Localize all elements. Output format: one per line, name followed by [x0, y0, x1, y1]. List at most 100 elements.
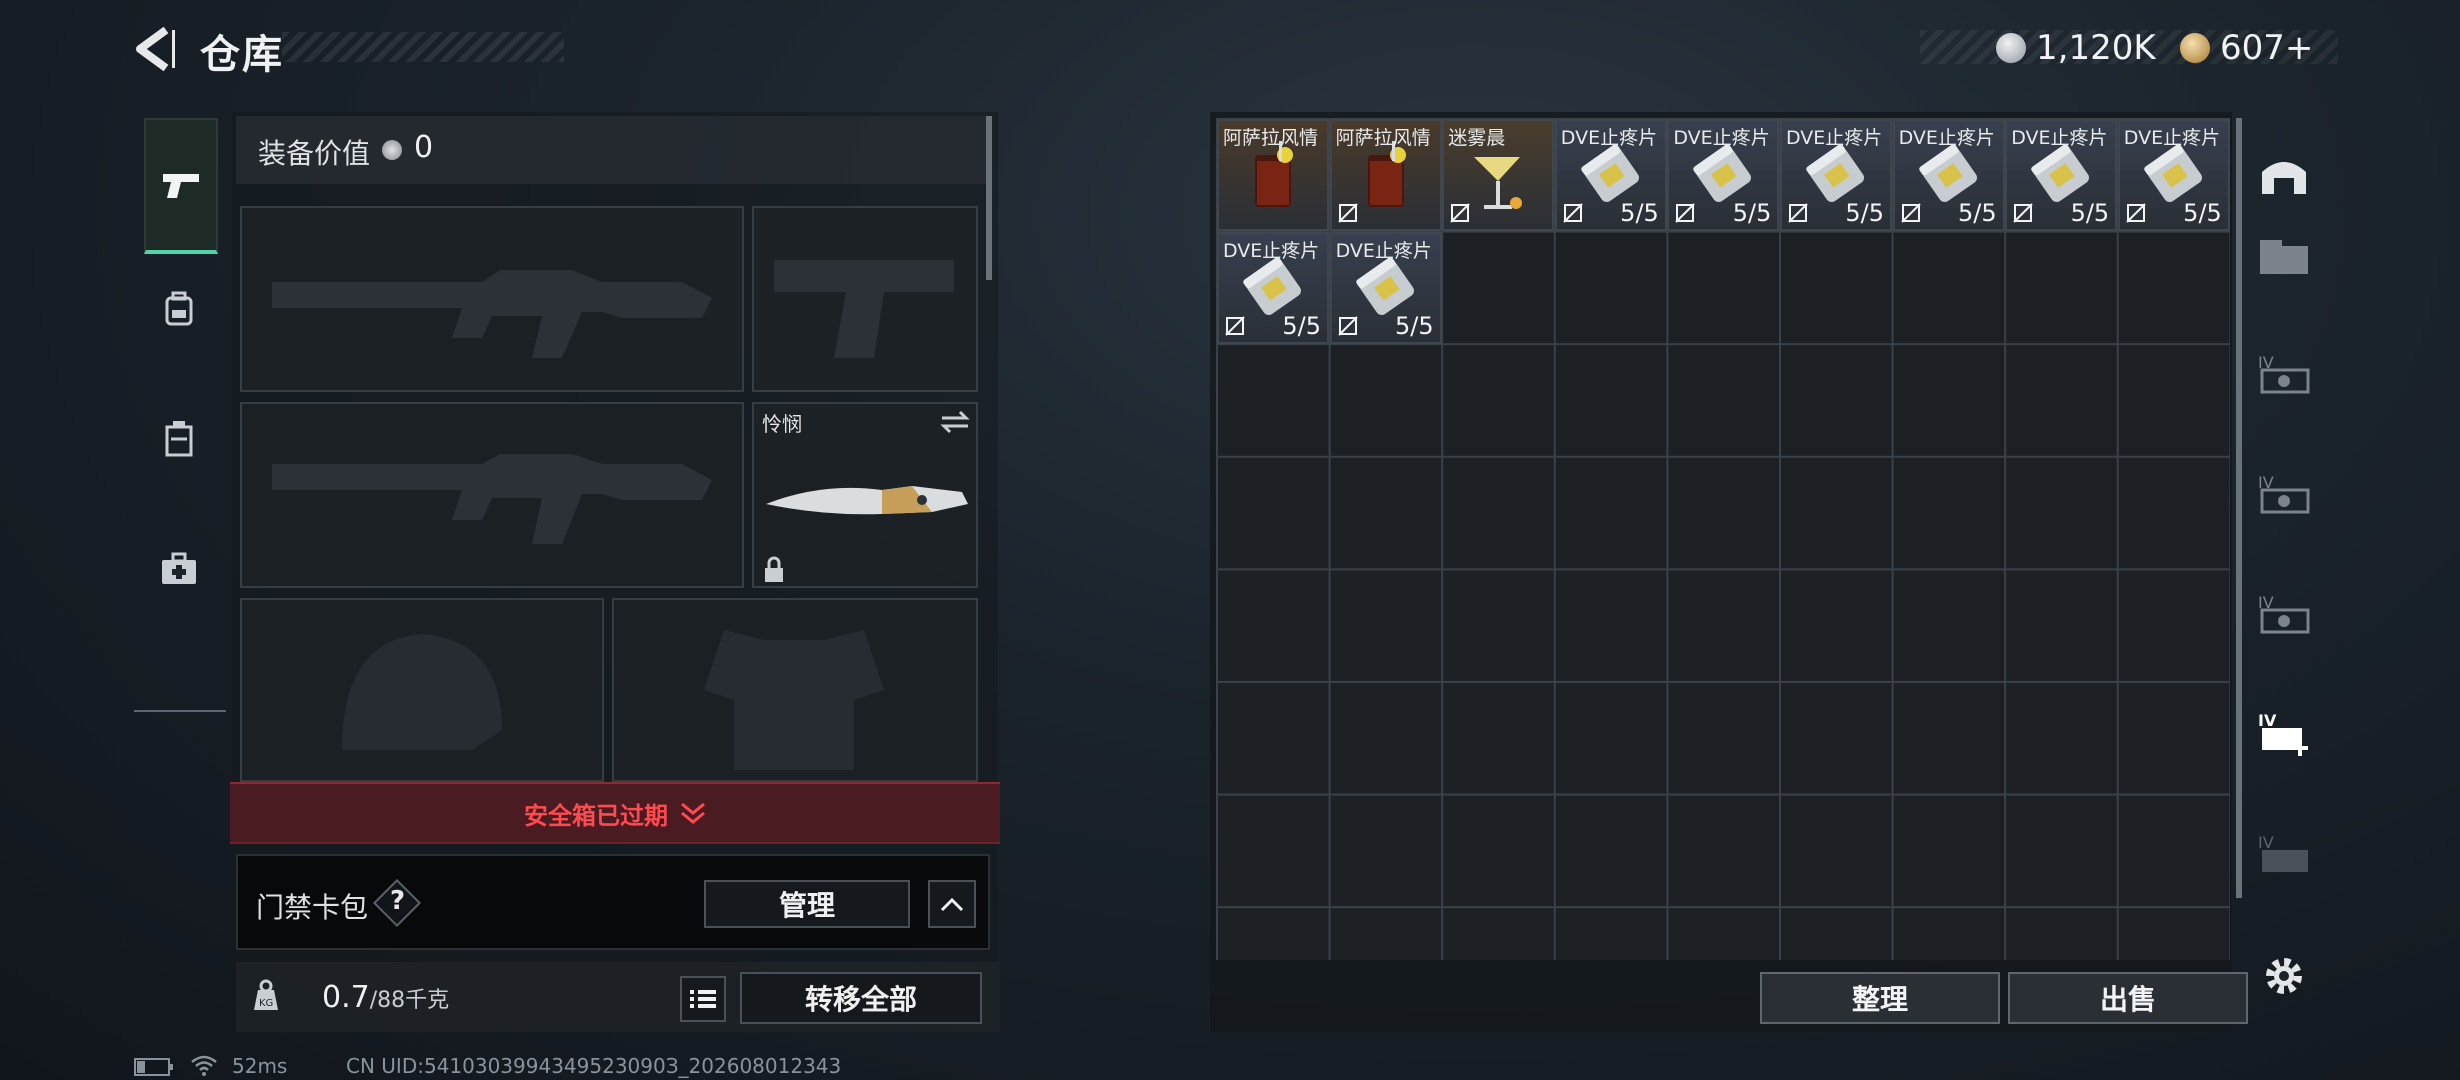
- tab-weapons[interactable]: [144, 118, 218, 254]
- item-name: 阿萨拉风情: [1223, 127, 1319, 149]
- untradeable-icon: [1563, 203, 1583, 223]
- item-name: DVE止疼片: [1786, 127, 1883, 149]
- untradeable-icon: [2013, 203, 2033, 223]
- stash-item[interactable]: DVE止疼片 5/5: [1780, 119, 1892, 231]
- tab-medkit[interactable]: [144, 504, 214, 634]
- pistol-icon: [163, 174, 199, 198]
- tab-backpack[interactable]: [144, 244, 214, 374]
- rifle-silhouette-icon: [272, 454, 712, 544]
- stash-item[interactable]: 阿萨拉风情: [1329, 119, 1442, 231]
- settings-icon: [2266, 958, 2302, 994]
- pistol-slot[interactable]: [752, 206, 978, 392]
- equipment-scrollbar[interactable]: [986, 116, 992, 280]
- medkit-icon: [162, 552, 196, 584]
- access-card-pack: 门禁卡包 ? 管理: [236, 854, 990, 950]
- tab-vest[interactable]: [144, 374, 214, 504]
- silver-amount: 1,120K: [2036, 28, 2156, 68]
- untradeable-icon: [1900, 203, 1921, 223]
- untradeable-icon: [1337, 315, 1358, 336]
- stash-item[interactable]: 阿萨拉风情: [1217, 119, 1329, 231]
- helmet-slot[interactable]: [240, 598, 604, 782]
- item-name: DVE止疼片: [1223, 239, 1320, 262]
- swap-icon[interactable]: [940, 410, 970, 434]
- item-count: 5/5: [1620, 199, 1659, 227]
- safe-box-expired-banner[interactable]: 安全箱已过期: [230, 782, 1000, 844]
- rifle-silhouette-icon: [272, 270, 712, 358]
- collapse-button[interactable]: [928, 880, 976, 928]
- list-view-button[interactable]: [680, 976, 726, 1022]
- equipment-value-label: 装备价值: [258, 137, 371, 170]
- stash-item[interactable]: DVE止疼片 5/5: [1554, 119, 1667, 231]
- equipment-side-nav: [134, 108, 226, 712]
- stash-iv-2-icon: IV: [2258, 473, 2310, 514]
- card-pack-label: 门禁卡包: [256, 891, 369, 924]
- armor-silhouette-icon: [704, 630, 884, 770]
- sort-label: 整理: [1851, 983, 1908, 1016]
- stash-page-nav: IV IV IV IV IV: [2240, 118, 2324, 994]
- svg-text:KG: KG: [259, 998, 273, 1009]
- untradeable-icon: [1450, 203, 1470, 223]
- item-count: 5/5: [1394, 311, 1434, 340]
- armor-slot[interactable]: [612, 598, 978, 782]
- silver-coin-icon: [382, 140, 402, 160]
- transfer-all-label: 转移全部: [804, 983, 917, 1016]
- backpack-icon: [165, 291, 193, 326]
- stash-item[interactable]: DVE止疼片 5/5: [1329, 231, 1442, 344]
- item-name: DVE止疼片: [1335, 239, 1432, 262]
- item-count: 5/5: [1957, 199, 1997, 227]
- item-count: 5/5: [1845, 199, 1884, 227]
- weight-icon: KG: [254, 979, 278, 1010]
- stash-iv-1-icon: IV: [2258, 353, 2310, 394]
- help-label: ?: [390, 886, 406, 916]
- battery-icon: [134, 1058, 173, 1076]
- tab-stash-iv-2[interactable]: IV: [2254, 464, 2314, 524]
- tab-stash-iv-folder[interactable]: IV: [2254, 824, 2314, 884]
- item-name: DVE止疼片: [2011, 127, 2108, 149]
- sell-button[interactable]: 出售: [2008, 972, 2248, 1024]
- back-button[interactable]: [132, 26, 176, 72]
- lock-icon: [765, 556, 783, 582]
- page-title: 仓库: [200, 32, 284, 78]
- stash-item[interactable]: DVE止疼片 5/5: [1217, 231, 1329, 344]
- item-name: DVE止疼片: [1898, 127, 1995, 149]
- gold-currency[interactable]: 607+: [2180, 28, 2313, 68]
- transfer-all-button[interactable]: 转移全部: [740, 972, 982, 1024]
- untradeable-icon: [1225, 315, 1245, 336]
- list-icon: [690, 990, 716, 1008]
- silver-coin-icon: [1996, 33, 2026, 63]
- stash-item[interactable]: DVE止疼片 5/5: [1892, 119, 2005, 231]
- equipment-value-header: 装备价值 0: [236, 116, 986, 184]
- manage-label: 管理: [778, 889, 835, 922]
- stash-item[interactable]: DVE止疼片 5/5: [1667, 119, 1780, 231]
- item-name: 阿萨拉风情: [1335, 127, 1431, 149]
- untradeable-icon: [1675, 203, 1696, 223]
- silver-currency[interactable]: 1,120K: [1996, 28, 2156, 68]
- ping-readout: 52ms: [232, 1054, 288, 1078]
- tab-stash-expansion[interactable]: [2254, 228, 2314, 288]
- stash-items: 阿萨拉风情 阿萨拉风情 迷雾晨 DVE止疼片 5/5 DVE止疼片 5/5 DVE止疼片 5/5…: [1216, 118, 2230, 960]
- tab-stash-iv-3[interactable]: IV: [2254, 584, 2314, 644]
- secondary-weapon-slot[interactable]: [240, 402, 744, 588]
- sort-button[interactable]: 整理: [1760, 972, 2000, 1024]
- knife-icon: [766, 486, 968, 515]
- primary-weapon-slot[interactable]: [240, 206, 744, 392]
- manage-button[interactable]: 管理: [704, 880, 910, 928]
- stash-item[interactable]: DVE止疼片 5/5: [2005, 119, 2118, 231]
- tab-warehouse-home[interactable]: [2254, 146, 2314, 206]
- tab-stash-iv-add[interactable]: IV: [2254, 704, 2314, 764]
- melee-slot[interactable]: 怜悯: [752, 402, 978, 588]
- chevron-up-icon: [940, 897, 964, 912]
- stash-item[interactable]: 迷雾晨: [1442, 119, 1555, 231]
- safe-box-status: 安全箱已过期: [524, 801, 668, 830]
- settings-button[interactable]: [2254, 946, 2314, 1006]
- item-name: DVE止疼片: [1560, 127, 1658, 149]
- stash-item[interactable]: DVE止疼片 5/5: [2117, 119, 2230, 231]
- gold-amount: 607+: [2220, 28, 2314, 68]
- item-name: 迷雾晨: [1448, 127, 1506, 149]
- item-count: 5/5: [2183, 199, 2222, 227]
- back-arrow-icon: [136, 26, 175, 72]
- untradeable-icon: [1337, 203, 1358, 223]
- title-decoration: [282, 32, 564, 62]
- untradeable-icon: [1788, 203, 1808, 223]
- tab-stash-iv-1[interactable]: IV: [2254, 344, 2314, 404]
